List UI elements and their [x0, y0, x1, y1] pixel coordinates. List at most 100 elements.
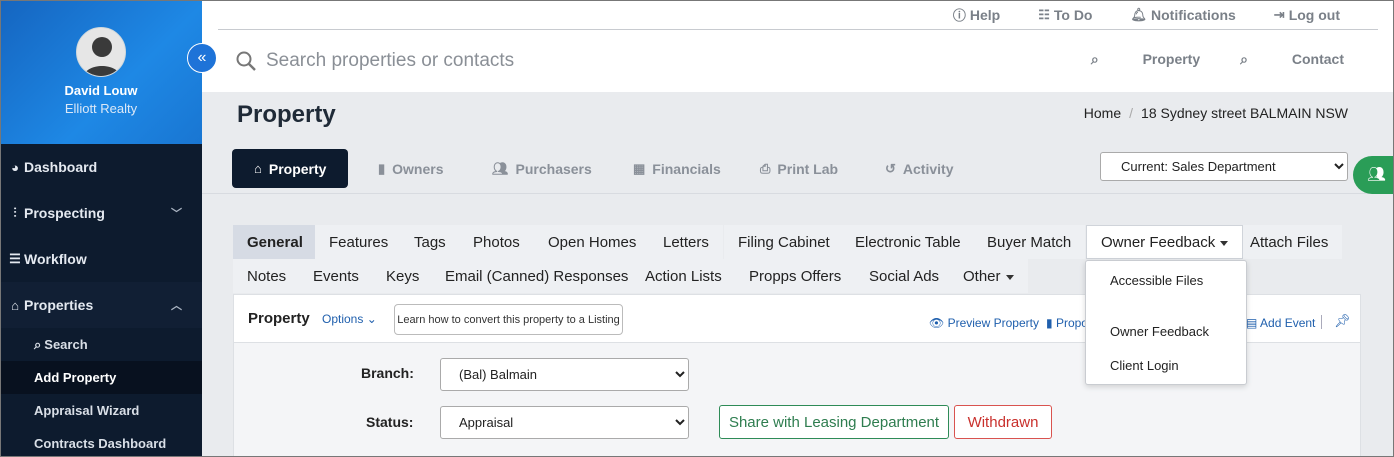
- home-icon: ⌂: [11, 297, 19, 313]
- search-input[interactable]: [266, 50, 966, 72]
- sidebar-subitem-label: Add Property: [34, 370, 117, 385]
- checklist-icon: ☷: [1038, 6, 1050, 22]
- subtab-email-responses[interactable]: Email (Canned) Responses: [431, 259, 643, 293]
- subtab-action-lists[interactable]: Action Lists: [631, 259, 736, 293]
- collapse-sidebar-button[interactable]: «: [187, 43, 217, 73]
- subtab-filing-cabinet[interactable]: Filing Cabinet: [724, 225, 844, 259]
- department-select[interactable]: Current: Sales Department: [1100, 152, 1348, 181]
- tab-activity[interactable]: ↺ Activity: [885, 149, 953, 188]
- branch-select[interactable]: (Bal) Balmain: [440, 358, 689, 391]
- branch-label: Branch:: [361, 365, 414, 381]
- add-event-link[interactable]: ▤ Add Event: [1246, 316, 1315, 330]
- sidebar: David Louw Elliott Realty « ◕ Dashboard …: [0, 0, 217, 457]
- subtab-label: Attach Files: [1250, 233, 1329, 251]
- subtab-photos[interactable]: Photos: [459, 225, 534, 259]
- chevron-up-icon: ︿: [171, 300, 182, 312]
- subtab-other[interactable]: Other: [949, 259, 1028, 293]
- notifications-link[interactable]: 🔔︎ Notifications: [1130, 7, 1235, 23]
- quick-search-links: ⌕ Property ⌕ Contact: [1051, 51, 1344, 68]
- calendar-plus-icon: ▤: [1246, 316, 1258, 330]
- subtab-label: Electronic Table: [855, 233, 961, 251]
- todo-link[interactable]: ☷ To Do: [1038, 7, 1092, 23]
- menu-item-accessible-files[interactable]: Accessible Files: [1086, 264, 1246, 297]
- status-select[interactable]: Appraisal: [440, 406, 689, 439]
- file-icon: ▮: [378, 160, 386, 176]
- sidebar-item-dashboard[interactable]: ◕ Dashboard: [0, 144, 202, 190]
- sidebar-subitem-contracts-dashboard[interactable]: Contracts Dashboard: [0, 427, 202, 457]
- preview-label: Preview Property: [947, 316, 1039, 330]
- add-event-label: Add Event: [1260, 316, 1316, 330]
- help-link[interactable]: ⓘ Help: [953, 5, 1000, 24]
- subtab-label: Email (Canned) Responses: [445, 267, 629, 285]
- menu-item-client-login[interactable]: Client Login: [1086, 349, 1246, 382]
- status-label: Status:: [366, 414, 414, 430]
- tab-print-lab[interactable]: ⎙ Print Lab: [760, 149, 838, 188]
- sidebar-item-workflow[interactable]: ☰ Workflow: [0, 236, 202, 282]
- subtab-social-ads[interactable]: Social Ads: [855, 259, 954, 293]
- subtab-owner-feedback[interactable]: Owner Feedback: [1086, 225, 1244, 259]
- subtab-events[interactable]: Events: [299, 259, 373, 293]
- sidebar-nav: ◕ Dashboard ⫶ Prospecting ﹀ ☰ Workflow ⌂…: [0, 144, 202, 328]
- logout-link[interactable]: ⇥ Log out: [1274, 7, 1340, 23]
- dashboard-icon: ◕: [11, 159, 19, 175]
- sidebar-subitem-label: Appraisal Wizard: [34, 403, 140, 418]
- profile-card: David Louw Elliott Realty «: [0, 0, 217, 144]
- file-icon: ▮: [1046, 316, 1053, 330]
- panel-title: Property: [248, 310, 310, 327]
- tab-label: Activity: [902, 160, 954, 177]
- tab-financials[interactable]: ▦ Financials: [633, 149, 721, 188]
- share-leasing-button[interactable]: Share with Leasing Department: [719, 405, 949, 439]
- search-icon: ⌕: [34, 336, 42, 352]
- subtab-tags[interactable]: Tags: [400, 225, 460, 259]
- menu-item-label: Accessible Files: [1110, 273, 1204, 288]
- learn-convert-button[interactable]: Learn how to convert this property to a …: [394, 304, 623, 335]
- team-icon[interactable]: 👥︎: [1353, 156, 1394, 194]
- subtab-propps-offers[interactable]: Propps Offers: [735, 259, 856, 293]
- subtab-attach-files[interactable]: Attach Files: [1236, 225, 1343, 259]
- subtab-open-homes[interactable]: Open Homes: [534, 225, 651, 259]
- subtab-keys[interactable]: Keys: [372, 259, 434, 293]
- tab-property[interactable]: ⌂ Property: [232, 149, 349, 188]
- options-dropdown[interactable]: Options ⌄: [322, 312, 377, 326]
- caret-down-icon: [1005, 274, 1014, 280]
- subtab-label: Propps Offers: [749, 267, 842, 285]
- subtab-electronic-table[interactable]: Electronic Table: [841, 225, 975, 259]
- subtab-label: Social Ads: [869, 267, 940, 285]
- search-icon: [236, 51, 256, 71]
- info-circle-icon: ⓘ: [952, 8, 966, 23]
- options-label: Options: [322, 312, 364, 326]
- logout-icon: ⇥: [1273, 6, 1285, 22]
- subtab-notes[interactable]: Notes: [233, 259, 301, 293]
- sidebar-item-prospecting[interactable]: ⫶ Prospecting ﹀: [0, 190, 202, 236]
- preview-property-link[interactable]: 👁︎ Preview Property: [929, 316, 1039, 330]
- breadcrumb-home[interactable]: Home: [1084, 105, 1121, 121]
- subtab-features[interactable]: Features: [315, 225, 403, 259]
- subtab-label: Letters: [663, 233, 709, 251]
- sidebar-subitem-search[interactable]: ⌕ Search: [0, 328, 202, 361]
- subtab-label: Filing Cabinet: [738, 233, 830, 251]
- top-utility-bar: ⓘ Help ☷ To Do 🔔︎ Notifications ⇥ Log ou…: [218, 0, 1378, 30]
- subtab-label: General: [247, 233, 303, 251]
- sidebar-subitem-appraisal-wizard[interactable]: Appraisal Wizard: [0, 394, 202, 427]
- subtab-buyer-match[interactable]: Buyer Match: [973, 225, 1086, 259]
- subtab-letters[interactable]: Letters: [649, 225, 723, 259]
- subtab-label: Events: [313, 267, 359, 285]
- caret-down-icon: [1220, 240, 1229, 246]
- property-search-link[interactable]: ⌕ Property: [1091, 51, 1200, 68]
- tab-label: Financials: [652, 160, 721, 177]
- subtab-general[interactable]: General: [233, 225, 317, 259]
- tab-purchasers[interactable]: 👥︎ Purchasers: [492, 149, 592, 188]
- sidebar-item-label: Dashboard: [24, 159, 98, 175]
- sidebar-subitem-add-property[interactable]: Add Property: [0, 361, 202, 394]
- subtab-label: Owner Feedback: [1101, 233, 1216, 251]
- property-doc-link[interactable]: ▮ Propo: [1046, 316, 1088, 330]
- pin-icon[interactable]: 📌︎: [1334, 313, 1351, 329]
- withdrawn-button[interactable]: Withdrawn: [954, 405, 1052, 439]
- tab-owners[interactable]: ▮ Owners: [378, 149, 444, 188]
- avatar[interactable]: [76, 27, 126, 77]
- contact-search-link[interactable]: ⌕ Contact: [1240, 51, 1344, 68]
- notifications-label: Notifications: [1151, 6, 1236, 23]
- sidebar-item-properties[interactable]: ⌂ Properties ︿: [0, 282, 202, 328]
- tab-label: Print Lab: [777, 160, 839, 177]
- tab-label: Property: [268, 160, 327, 177]
